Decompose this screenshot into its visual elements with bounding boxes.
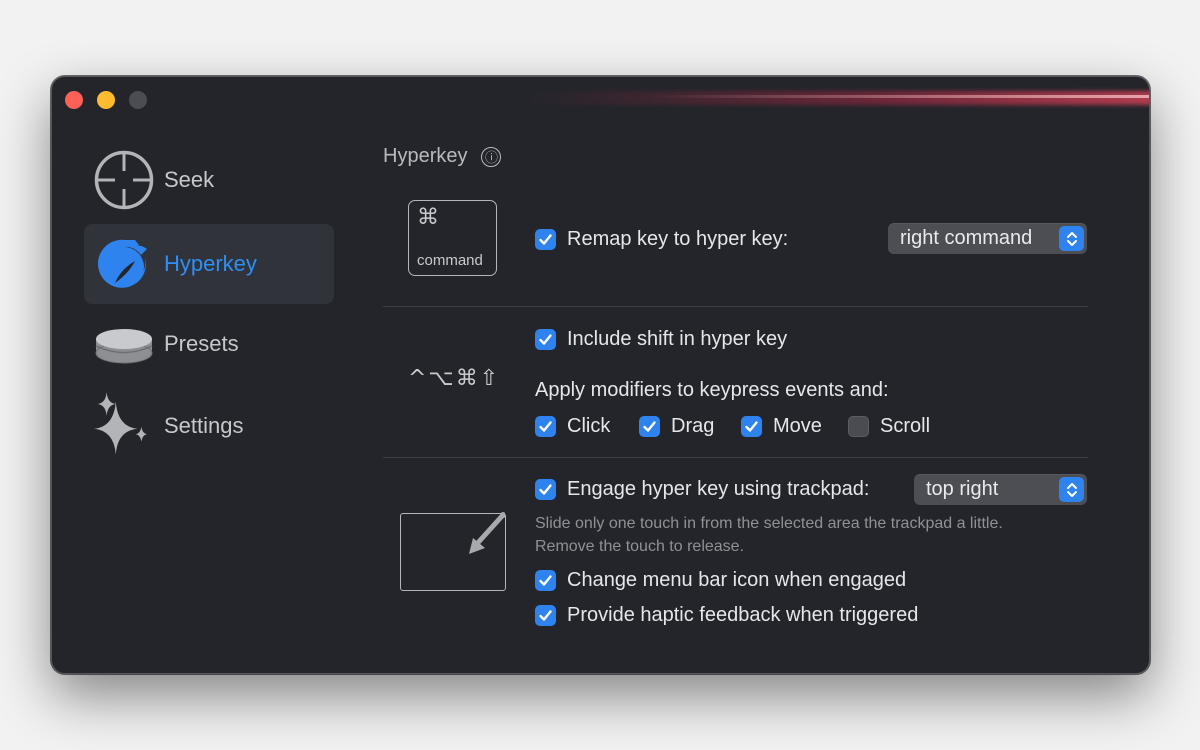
zoom-button[interactable] bbox=[129, 91, 147, 109]
include-shift-row: Include shift in hyper key bbox=[535, 328, 787, 351]
app-window: Seek Hyperkey Presets Settings Hyperkey … bbox=[51, 76, 1150, 674]
change-icon-checkbox[interactable] bbox=[535, 570, 556, 591]
sidebar-item-label: Settings bbox=[164, 413, 244, 438]
sidebar-item-label: Hyperkey bbox=[164, 251, 257, 276]
event-scroll-row: Scroll bbox=[848, 415, 930, 438]
command-keycap: ⌘ command bbox=[408, 200, 497, 276]
haptic-row: Provide haptic feedback when triggered bbox=[535, 604, 918, 627]
apply-modifiers-label: Apply modifiers to keypress events and: bbox=[535, 379, 889, 401]
hyperkey-icon bbox=[92, 232, 156, 296]
trackpad-illustration bbox=[400, 512, 506, 591]
info-glyph: ⓘ bbox=[484, 151, 498, 166]
command-symbol: ⌘ bbox=[417, 205, 439, 230]
click-label: Click bbox=[567, 415, 611, 437]
move-label: Move bbox=[773, 415, 822, 437]
sidebar-item-label: Seek bbox=[164, 167, 215, 192]
swipe-arrow-icon bbox=[469, 512, 506, 555]
close-button[interactable] bbox=[65, 91, 83, 109]
divider bbox=[383, 306, 1088, 307]
drag-label: Drag bbox=[671, 415, 715, 437]
move-checkbox[interactable] bbox=[741, 416, 762, 437]
scroll-checkbox[interactable] bbox=[848, 416, 869, 437]
include-shift-label: Include shift in hyper key bbox=[567, 328, 788, 350]
sidebar-item-presets[interactable]: Presets bbox=[84, 304, 334, 384]
change-icon-row: Change menu bar icon when engaged bbox=[535, 569, 906, 592]
trackpad-area-value: top right bbox=[926, 478, 999, 500]
title-glow bbox=[522, 91, 1149, 105]
scroll-label: Scroll bbox=[880, 415, 931, 437]
title-glow-line bbox=[652, 95, 1149, 98]
sidebar-item-hyperkey[interactable]: Hyperkey bbox=[84, 224, 334, 304]
haptic-label: Provide haptic feedback when triggered bbox=[567, 604, 919, 626]
remap-label: Remap key to hyper key: bbox=[567, 228, 789, 250]
crosshair-icon bbox=[92, 148, 156, 212]
sparkles-icon bbox=[92, 392, 156, 458]
trackpad-row: Engage hyper key using trackpad: bbox=[535, 478, 869, 501]
remap-key-select[interactable]: right command bbox=[888, 223, 1087, 254]
divider bbox=[383, 457, 1088, 458]
change-icon-label: Change menu bar icon when engaged bbox=[567, 569, 907, 591]
event-click-row: Click bbox=[535, 415, 610, 438]
event-move-row: Move bbox=[741, 415, 822, 438]
modifier-symbols: ^⌥⌘⇧ bbox=[408, 366, 501, 391]
remap-checkbox[interactable] bbox=[535, 229, 556, 250]
trackpad-label: Engage hyper key using trackpad: bbox=[567, 478, 870, 500]
page-title: Hyperkey bbox=[383, 145, 468, 167]
info-icon[interactable]: ⓘ bbox=[481, 146, 502, 167]
sidebar-item-label: Presets bbox=[164, 331, 239, 356]
haptic-checkbox[interactable] bbox=[535, 605, 556, 626]
chevron-updown-icon bbox=[1059, 226, 1084, 251]
include-shift-checkbox[interactable] bbox=[535, 329, 556, 350]
remap-key-value: right command bbox=[900, 227, 1033, 249]
minimize-button[interactable] bbox=[97, 91, 115, 109]
click-checkbox[interactable] bbox=[535, 416, 556, 437]
sidebar-item-settings[interactable]: Settings bbox=[84, 386, 334, 466]
page-title-row: Hyperkey ⓘ bbox=[383, 145, 502, 168]
remap-row: Remap key to hyper key: bbox=[535, 228, 788, 251]
trackpad-hint: Slide only one touch in from the selecte… bbox=[535, 515, 1003, 555]
drag-checkbox[interactable] bbox=[639, 416, 660, 437]
trackpad-checkbox[interactable] bbox=[535, 479, 556, 500]
keycap-label: command bbox=[417, 252, 483, 269]
stack-icon bbox=[92, 312, 156, 376]
event-drag-row: Drag bbox=[639, 415, 714, 438]
trackpad-area-select[interactable]: top right bbox=[914, 474, 1087, 505]
chevron-updown-icon bbox=[1059, 477, 1084, 502]
sidebar-item-seek[interactable]: Seek bbox=[84, 140, 334, 220]
